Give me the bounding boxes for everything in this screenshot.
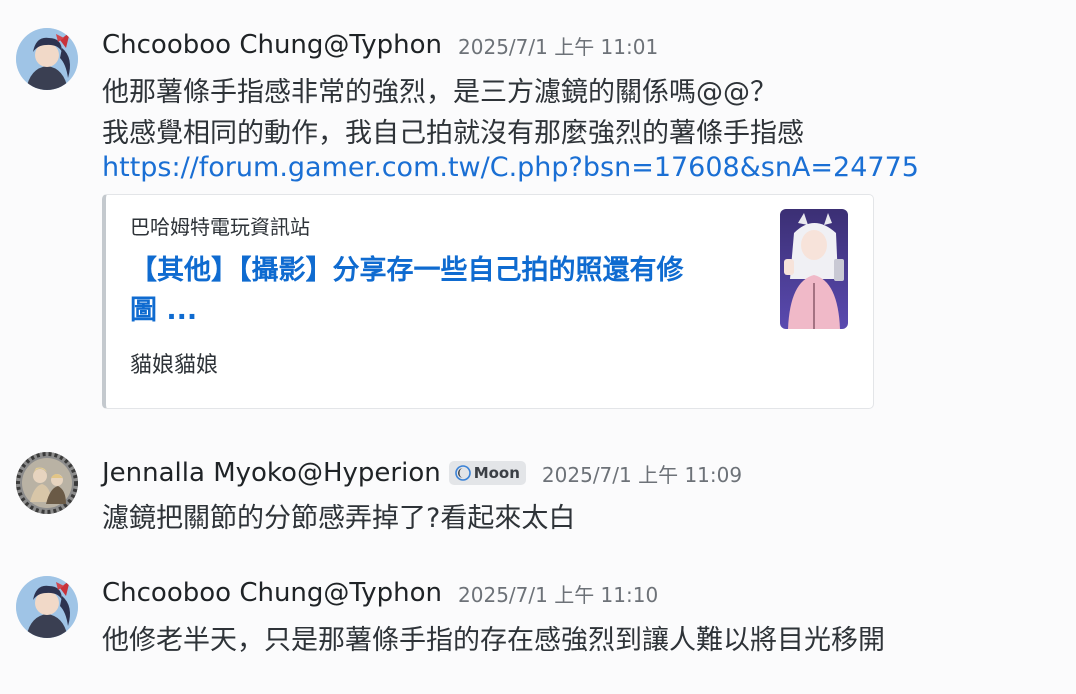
message-text-line: 濾鏡把關節的分節感弄掉了?看起來太白: [102, 503, 576, 534]
username[interactable]: Chcooboo Chung@Typhon: [102, 30, 442, 60]
chcooboo-avatar-icon: [16, 576, 78, 638]
message-text-line: 他那薯條手指感非常的強烈，是三方濾鏡的關係嗎@@？: [102, 77, 777, 108]
username[interactable]: Chcooboo Chung@Typhon: [102, 578, 442, 608]
username[interactable]: Jennalla Myoko@Hyperion: [102, 458, 441, 488]
moon-badge[interactable]: Moon: [448, 461, 526, 485]
embed-title-line: 【其他】【攝影】分享存一些自己拍的照還有修: [130, 255, 684, 286]
message-header: Chcooboo Chung@Typhon 2025/7/1 上午 11:01: [102, 30, 658, 60]
timestamp: 2025/7/1 上午 11:09: [541, 462, 743, 487]
embed-thumbnail[interactable]: [780, 209, 848, 329]
message-header: Jennalla Myoko@Hyperion Moon 2025/7/1 上午…: [102, 458, 742, 488]
avatar[interactable]: [16, 576, 78, 638]
timestamp: 2025/7/1 上午 11:10: [458, 582, 659, 607]
avatar[interactable]: [16, 452, 78, 514]
chcooboo-avatar-icon: [16, 28, 78, 90]
badge-label: Moon: [473, 464, 520, 482]
timestamp: 2025/7/1 上午 11:01: [458, 34, 659, 59]
avatar[interactable]: [16, 28, 78, 90]
message-text-line: 他修老半天，只是那薯條手指的存在感強烈到讓人難以將目光移開: [102, 625, 885, 656]
jennalla-avatar-icon: [16, 452, 78, 514]
embed-title-line: 圖 ...: [130, 295, 198, 326]
link-embed: 巴哈姆特電玩資訊站 【其他】【攝影】分享存一些自己拍的照還有修 圖 ... 貓娘…: [102, 194, 874, 409]
forum-link[interactable]: https://forum.gamer.com.tw/C.php?bsn=176…: [102, 152, 919, 183]
moon-icon: [454, 465, 471, 481]
embed-description: 貓娘貓娘: [130, 353, 219, 378]
embed-title[interactable]: 【其他】【攝影】分享存一些自己拍的照還有修 圖 ...: [130, 251, 760, 331]
embed-provider[interactable]: 巴哈姆特電玩資訊站: [130, 211, 310, 240]
message-text-line: 我感覺相同的動作，我自己拍就沒有那麼強烈的薯條手指感: [102, 118, 804, 149]
catgirl-photo-thumbnail-icon: [780, 209, 848, 329]
message-header: Chcooboo Chung@Typhon 2025/7/1 上午 11:10: [102, 578, 658, 608]
